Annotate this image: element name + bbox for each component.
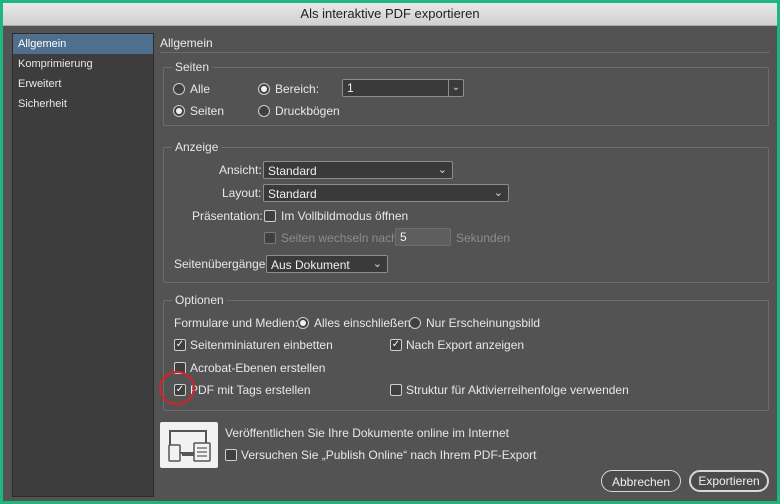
druckboegen-radio[interactable]: [258, 105, 270, 117]
layout-label: Layout:: [222, 186, 262, 200]
seiten-group: Seiten Alle Bereich: 1 ⌄ Seiten Druckbög…: [163, 60, 769, 126]
seitenminiaturen-checkbox[interactable]: ✓: [174, 339, 186, 351]
nur-erscheinungsbild-radio[interactable]: [409, 317, 421, 329]
nur-erscheinungsbild-label: Nur Erscheinungsbild: [426, 316, 541, 330]
dialog-title: Als interaktive PDF exportieren: [3, 3, 777, 26]
category-sidebar: Allgemein Komprimierung Erweitert Sicher…: [12, 33, 154, 497]
optionen-legend: Optionen: [172, 293, 227, 307]
page-title: Allgemein: [160, 36, 213, 50]
chevron-down-icon: ⌄: [372, 258, 382, 270]
sidebar-item-erweitert[interactable]: Erweitert: [13, 74, 153, 94]
seiten-legend: Seiten: [172, 60, 213, 74]
publish-online-checkbox[interactable]: [225, 449, 237, 461]
ansicht-value: Standard: [268, 164, 317, 178]
struktur-label: Struktur für Aktivierreihenfolge verwend…: [406, 383, 629, 397]
praesentation-label: Präsentation:: [192, 209, 263, 223]
export-button[interactable]: Exportieren: [689, 470, 769, 492]
bereich-label: Bereich:: [275, 82, 320, 96]
layout-select[interactable]: Standard ⌄: [263, 184, 509, 202]
ansicht-select[interactable]: Standard ⌄: [263, 161, 453, 179]
chevron-down-icon: ⌄: [437, 164, 447, 176]
seiten-wechseln-label: Seiten wechseln nach:: [281, 231, 402, 245]
optionen-group: Optionen Formulare und Medien: Alles ein…: [163, 293, 769, 411]
vollbild-label: Im Vollbildmodus öffnen: [281, 209, 409, 223]
seiten-wechseln-checkbox[interactable]: [264, 232, 276, 244]
publish-online-illustration: [160, 422, 218, 468]
pdf-tags-label: PDF mit Tags erstellen: [190, 383, 311, 397]
formulare-label: Formulare und Medien:: [174, 316, 299, 330]
sekunden-label: Sekunden: [456, 231, 511, 245]
druckboegen-label: Druckbögen: [275, 104, 340, 118]
export-dialog: Als interaktive PDF exportieren Allgemei…: [3, 3, 777, 501]
bereich-radio[interactable]: [258, 83, 270, 95]
seitenuebergaenge-label: Seitenübergänge:: [174, 257, 269, 271]
vollbild-checkbox[interactable]: [264, 210, 276, 222]
layout-value: Standard: [268, 187, 317, 201]
check-icon: ✓: [175, 339, 185, 350]
acrobat-ebenen-label: Acrobat-Ebenen erstellen: [190, 361, 326, 375]
nach-export-checkbox[interactable]: ✓: [390, 339, 402, 351]
seitenuebergaenge-select[interactable]: Aus Dokument ⌄: [266, 255, 388, 273]
struktur-checkbox[interactable]: [390, 384, 402, 396]
ansicht-label: Ansicht:: [219, 163, 262, 177]
sidebar-item-komprimierung[interactable]: Komprimierung: [13, 54, 153, 74]
devices-icon: [168, 430, 211, 462]
anzeige-group: Anzeige Ansicht: Standard ⌄ Layout: Stand…: [163, 140, 769, 283]
anzeige-legend: Anzeige: [172, 140, 222, 154]
seiten-wechseln-input[interactable]: 5: [395, 228, 451, 246]
highlight-circle: [159, 371, 195, 405]
seiten-radio[interactable]: [173, 105, 185, 117]
alles-einschliessen-label: Alles einschließen: [314, 316, 411, 330]
nach-export-label: Nach Export anzeigen: [406, 338, 525, 352]
sidebar-item-allgemein[interactable]: Allgemein: [13, 34, 153, 54]
chevron-down-icon: ⌄: [493, 187, 503, 199]
heading-divider: [160, 52, 770, 53]
sidebar-item-sicherheit[interactable]: Sicherheit: [13, 94, 153, 114]
bereich-input[interactable]: 1: [342, 79, 449, 97]
alles-einschliessen-radio[interactable]: [297, 317, 309, 329]
cancel-button[interactable]: Abbrechen: [601, 470, 681, 492]
alle-radio[interactable]: [173, 83, 185, 95]
seitenuebergaenge-value: Aus Dokument: [271, 258, 350, 272]
seiten-label: Seiten: [190, 104, 225, 118]
publish-online-text: Veröffentlichen Sie Ihre Dokumente onlin…: [225, 426, 509, 440]
seitenminiaturen-label: Seitenminiaturen einbetten: [190, 338, 333, 352]
publish-online-label: Versuchen Sie „Publish Online“ nach Ihre…: [241, 448, 537, 462]
chevron-down-icon: ⌄: [451, 82, 461, 93]
alle-label: Alle: [190, 82, 211, 96]
check-icon: ✓: [391, 339, 401, 350]
bereich-dropdown-button[interactable]: ⌄: [448, 79, 464, 97]
